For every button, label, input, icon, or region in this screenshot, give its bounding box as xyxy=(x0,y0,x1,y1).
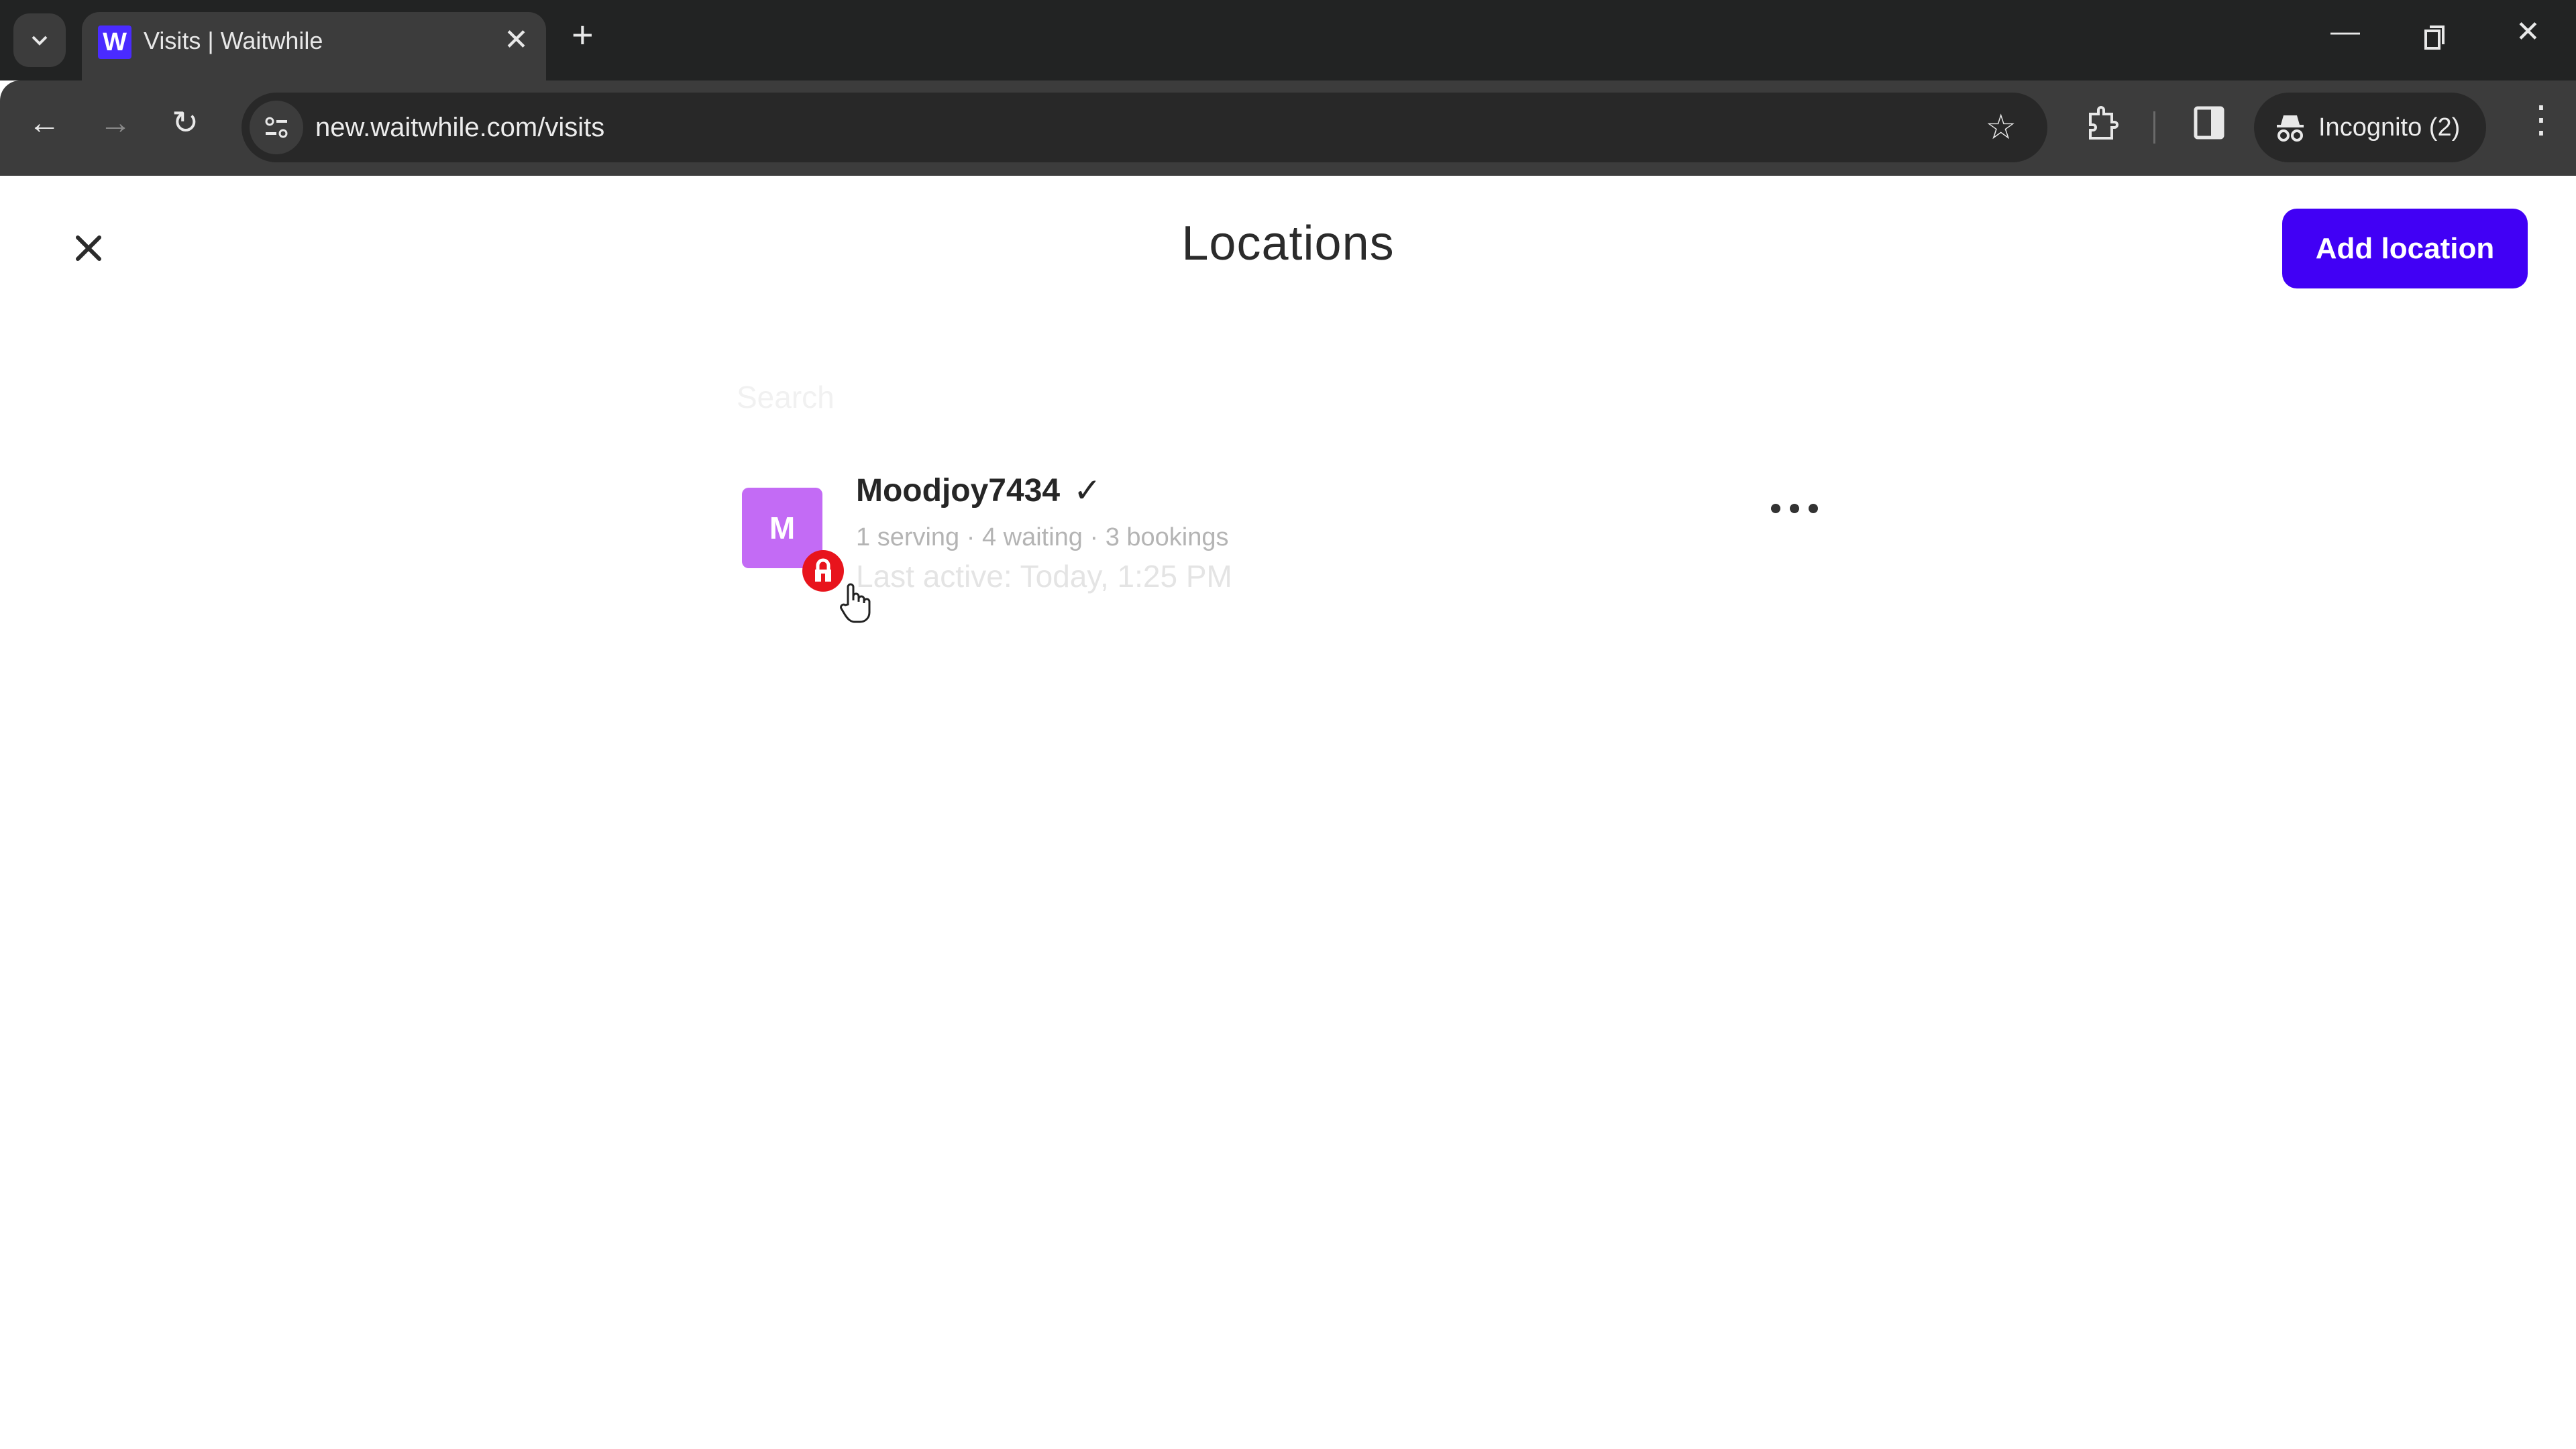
new-tab-button[interactable]: + xyxy=(572,16,594,54)
page-title: Locations xyxy=(1181,217,1395,270)
url-text[interactable]: new.waitwhile.com/visits xyxy=(315,113,604,143)
chevron-down-icon xyxy=(32,36,48,46)
incognito-profile-button[interactable]: Incognito (2) xyxy=(2254,93,2486,162)
incognito-icon xyxy=(2277,115,2304,142)
lock-icon[interactable] xyxy=(802,550,844,592)
bookmark-star-icon[interactable]: ☆ xyxy=(1985,107,2017,148)
location-list-item[interactable]: M Moodjoy7434 ✓ 1 serving · 4 waiting · … xyxy=(738,458,1825,623)
reload-icon[interactable]: ↻ xyxy=(172,107,199,140)
forward-arrow-icon[interactable]: → xyxy=(99,107,131,140)
locations-page: Locations Add location M Moodjoy7434 ✓ 1… xyxy=(0,176,2576,1449)
minimize-icon[interactable]: — xyxy=(2330,15,2360,48)
hand-cursor-icon xyxy=(839,582,872,628)
toolbar-divider xyxy=(2153,111,2155,144)
browser-tab-strip: W Visits | Waitwhile ✕ + — ✕ xyxy=(0,0,2576,82)
extensions-puzzle-icon[interactable] xyxy=(2085,106,2118,147)
add-location-button[interactable]: Add location xyxy=(2282,209,2528,288)
more-options-icon[interactable] xyxy=(1771,495,1818,522)
tab-search-button[interactable] xyxy=(13,13,66,67)
browser-tab-active[interactable]: W Visits | Waitwhile ✕ xyxy=(82,12,546,82)
address-bar[interactable]: new.waitwhile.com/visits ☆ xyxy=(241,93,2047,162)
browser-toolbar: ← → ↻ new.waitwhile.com/visits ☆ Incogni… xyxy=(0,80,2576,176)
browser-menu-icon[interactable]: ⋮ xyxy=(2522,101,2560,138)
site-info-icon[interactable] xyxy=(250,101,303,154)
location-stats: 1 serving · 4 waiting · 3 bookings xyxy=(856,523,1229,551)
waitwhile-favicon-icon: W xyxy=(98,25,131,59)
tab-title: Visits | Waitwhile xyxy=(144,27,323,54)
window-close-icon[interactable]: ✕ xyxy=(2516,15,2540,49)
search-input[interactable] xyxy=(737,370,1810,424)
location-last-active: Last active: Today, 1:25 PM xyxy=(856,559,1232,594)
checkmark-icon: ✓ xyxy=(1073,472,1102,509)
back-arrow-icon[interactable]: ← xyxy=(28,107,60,140)
tab-close-icon[interactable]: ✕ xyxy=(504,23,529,57)
restore-icon[interactable] xyxy=(2423,24,2447,58)
side-panel-icon[interactable] xyxy=(2194,106,2224,143)
location-name[interactable]: Moodjoy7434 xyxy=(856,472,1060,509)
incognito-label: Incognito (2) xyxy=(2318,113,2461,142)
